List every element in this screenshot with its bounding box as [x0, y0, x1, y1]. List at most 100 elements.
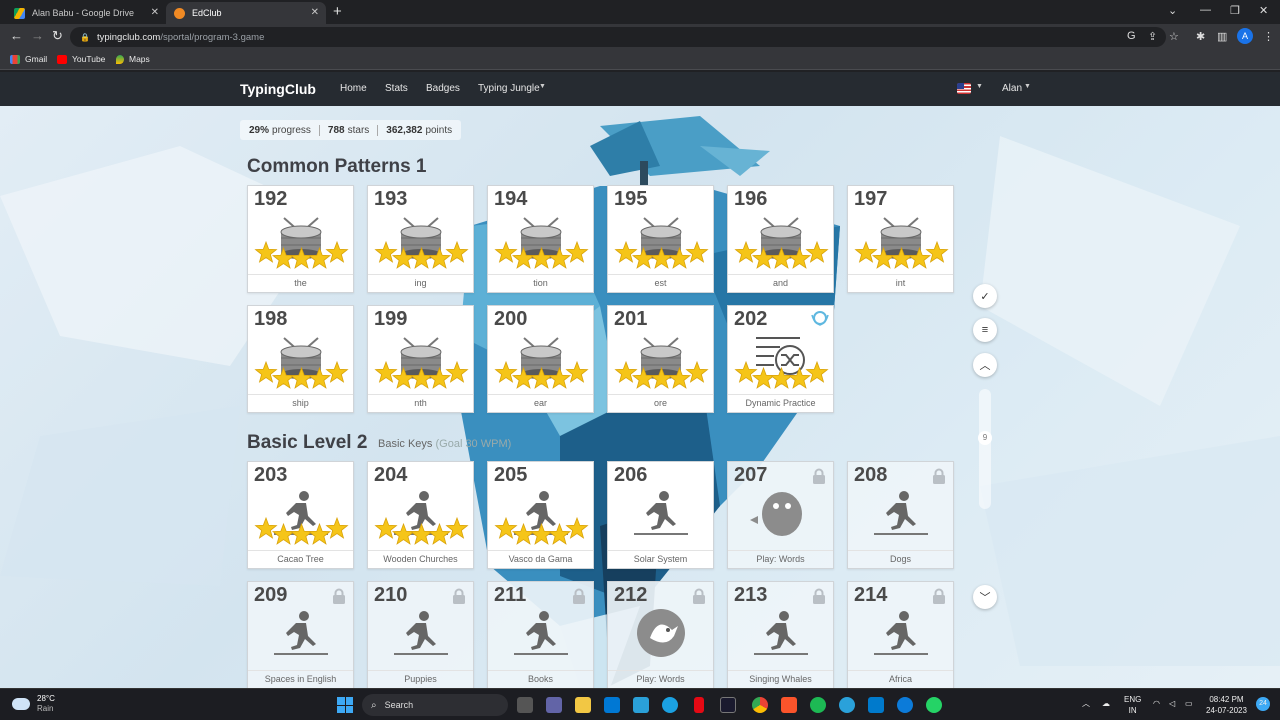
app-icon[interactable] — [633, 697, 649, 713]
lesson-card[interactable]: 200 ear — [487, 305, 594, 413]
language-indicator[interactable]: ENG IN — [1124, 694, 1141, 716]
tab-google-drive[interactable]: Alan Babu - Google Drive ✕ — [6, 2, 166, 24]
forward-button[interactable]: → — [31, 29, 44, 43]
bookmark-youtube[interactable]: YouTube — [57, 54, 105, 64]
windows-start-icon[interactable] — [337, 697, 353, 713]
section-title: Basic Level 2 — [247, 432, 368, 453]
check-circle-icon[interactable]: ✓ — [973, 284, 997, 308]
star-rating — [494, 360, 589, 389]
spotify-icon[interactable] — [810, 697, 826, 713]
clock[interactable]: 08:42 PM 24-07-2023 — [1206, 694, 1247, 716]
lesson-card[interactable]: 199 nth — [367, 305, 474, 413]
tab-search-icon[interactable]: ⌄ — [1168, 4, 1177, 17]
section-subtitle-text: Basic Keys — [378, 438, 433, 450]
notification-badge[interactable]: 24 — [1256, 697, 1270, 711]
lesson-card[interactable]: 212 Play: Words — [607, 581, 714, 688]
menu-kebab-icon[interactable]: ⋮ — [1263, 30, 1274, 43]
disney-plus-icon[interactable] — [720, 697, 736, 713]
us-flag-icon[interactable] — [957, 83, 971, 94]
lesson-card[interactable]: 192 the — [247, 185, 354, 293]
nav-home[interactable]: Home — [340, 83, 367, 94]
tab-edclub[interactable]: EdClub ✕ — [166, 2, 326, 24]
nav-badges[interactable]: Badges — [426, 83, 460, 94]
chevron-up-icon[interactable]: ︿ — [1082, 698, 1090, 709]
section-scrollbar[interactable] — [979, 389, 991, 509]
netflix-icon[interactable] — [694, 697, 704, 713]
time: 08:42 PM — [1209, 695, 1244, 704]
region-code: IN — [1128, 706, 1137, 715]
wifi-icon[interactable]: ◠ — [1153, 698, 1160, 709]
lesson-card[interactable]: 208 Dogs — [847, 461, 954, 569]
onedrive-icon[interactable]: ☁ — [1102, 698, 1110, 709]
lesson-card[interactable]: 210 Puppies — [367, 581, 474, 688]
site-logo[interactable]: TypingClub — [240, 81, 316, 97]
lesson-card[interactable]: 204 Wooden Churches — [367, 461, 474, 569]
edge-dev-icon[interactable] — [897, 697, 913, 713]
lesson-card[interactable]: 213 Singing Whales — [727, 581, 834, 688]
battery-icon[interactable]: ▭ — [1185, 698, 1193, 709]
lesson-label: Spaces in English — [248, 670, 353, 688]
reload-button[interactable]: ↻ — [52, 29, 63, 43]
lesson-card[interactable]: 201 ore — [607, 305, 714, 413]
profile-avatar[interactable]: A — [1237, 28, 1253, 44]
close-tab-icon[interactable]: ✕ — [151, 7, 159, 18]
taskbar-search[interactable]: ⌕ Search — [362, 694, 508, 716]
bookmark-gmail[interactable]: Gmail — [10, 54, 47, 64]
lesson-number: 212 — [614, 584, 648, 606]
vscode-icon[interactable] — [868, 697, 884, 713]
lesson-number: 195 — [614, 188, 648, 210]
lesson-card[interactable]: 207 Play: Words — [727, 461, 834, 569]
lesson-card[interactable]: 211 Books — [487, 581, 594, 688]
lock-icon — [933, 468, 945, 484]
weather-widget[interactable]: 28°C Rain — [12, 694, 55, 714]
lesson-card[interactable]: 209 Spaces in English — [247, 581, 354, 688]
chevron-down-icon[interactable]: ﹀ — [973, 585, 997, 609]
lesson-card[interactable]: 206 Solar System — [607, 461, 714, 569]
user-menu[interactable]: Alan — [1002, 83, 1022, 94]
list-menu-icon[interactable]: ≡ — [973, 318, 997, 342]
telegram-icon[interactable] — [839, 697, 855, 713]
microsoft-store-icon[interactable] — [604, 697, 620, 713]
runner-icon — [874, 611, 928, 655]
volume-icon[interactable]: ◁ — [1169, 698, 1175, 709]
back-button[interactable]: ← — [10, 29, 23, 43]
lesson-card[interactable]: 214 Africa — [847, 581, 954, 688]
task-view-icon[interactable] — [517, 697, 533, 713]
bookmark-maps[interactable]: Maps — [116, 54, 150, 64]
lesson-number: 204 — [374, 464, 408, 486]
close-window-button[interactable]: ✕ — [1259, 4, 1268, 17]
lesson-card[interactable]: 196 and — [727, 185, 834, 293]
edge-icon[interactable] — [662, 697, 678, 713]
lesson-card[interactable]: 194 tion — [487, 185, 594, 293]
lesson-card[interactable]: 202 Dynamic Practice — [727, 305, 834, 413]
chrome-icon[interactable] — [752, 697, 768, 713]
share-icon[interactable]: ⇪ — [1148, 30, 1157, 43]
nav-stats[interactable]: Stats — [385, 83, 408, 94]
nav-typing-jungle[interactable]: Typing Jungle — [478, 83, 540, 94]
lesson-card[interactable]: 193 ing — [367, 185, 474, 293]
restore-button[interactable]: ❐ — [1230, 4, 1240, 17]
teams-icon[interactable] — [546, 697, 562, 713]
side-panel-icon[interactable]: ▥ — [1217, 30, 1227, 43]
lesson-number: 203 — [254, 464, 288, 486]
extensions-icon[interactable]: ✱ — [1196, 30, 1205, 43]
lesson-number: 199 — [374, 308, 408, 330]
minimize-button[interactable]: — — [1200, 4, 1211, 16]
lesson-card[interactable]: 197 int — [847, 185, 954, 293]
chevron-up-icon[interactable]: ︿ — [973, 353, 997, 377]
brave-icon[interactable] — [781, 697, 797, 713]
file-explorer-icon[interactable] — [575, 697, 591, 713]
address-bar[interactable]: 🔒 typingclub.com/sportal/program-3.game — [70, 27, 1166, 47]
lock-icon — [933, 588, 945, 604]
close-tab-icon[interactable]: ✕ — [311, 7, 319, 18]
tab-title: EdClub — [192, 8, 222, 18]
lesson-number: 194 — [494, 188, 528, 210]
bookmark-star-icon[interactable]: ☆ — [1169, 30, 1179, 43]
whatsapp-icon[interactable] — [926, 697, 942, 713]
lesson-card[interactable]: 203 Cacao Tree — [247, 461, 354, 569]
lesson-card[interactable]: 195 est — [607, 185, 714, 293]
lesson-card[interactable]: 205 Vasco da Gama — [487, 461, 594, 569]
google-lens-icon[interactable]: G — [1127, 30, 1136, 42]
lesson-card[interactable]: 198 ship — [247, 305, 354, 413]
new-tab-button[interactable]: + — [333, 3, 342, 20]
